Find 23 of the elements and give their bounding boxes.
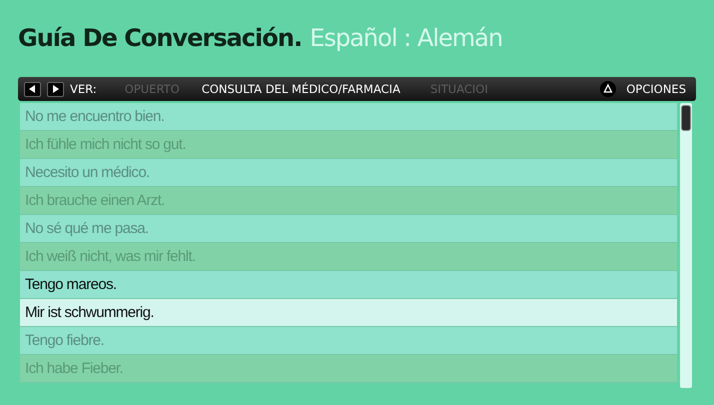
next-button[interactable] — [47, 82, 64, 96]
phrase-row[interactable]: No me encuentro bien. — [20, 103, 677, 131]
phrase-row[interactable]: Mir ist schwummerig. — [20, 299, 677, 327]
language-pair: Español : Alemán — [310, 24, 502, 52]
phrase-row[interactable]: Ich brauche einen Arzt. — [20, 187, 677, 215]
view-label: VER: — [70, 82, 97, 96]
right-triangle-icon — [52, 85, 59, 93]
phrase-row[interactable]: Ich weiß nicht, was mir fehlt. — [20, 243, 677, 271]
triangle-button-icon — [600, 81, 616, 97]
left-triangle-icon — [29, 85, 36, 93]
phrase-row[interactable]: Ich fühle mich nicht so gut. — [20, 131, 677, 159]
phrase-row[interactable]: Necesito un médico. — [20, 159, 677, 187]
options-button[interactable]: OPCIONES — [622, 82, 690, 96]
phrase-row[interactable]: Ich habe Fieber. — [20, 355, 677, 383]
category-tab[interactable]: OPUERTO — [116, 82, 188, 96]
page-title: Guía De Conversación. — [18, 24, 302, 52]
category-tab[interactable]: CONSULTA DEL MÉDICO/FARMACIA — [194, 82, 408, 96]
phrase-row[interactable]: Tengo mareos. — [20, 271, 677, 299]
category-tab[interactable]: SITUACIOI — [422, 82, 496, 96]
phrase-row[interactable]: Tengo fiebre. — [20, 327, 677, 355]
phrase-row[interactable]: No sé qué me pasa. — [20, 215, 677, 243]
scrollbar-thumb[interactable] — [681, 105, 691, 131]
previous-button[interactable] — [24, 82, 41, 96]
